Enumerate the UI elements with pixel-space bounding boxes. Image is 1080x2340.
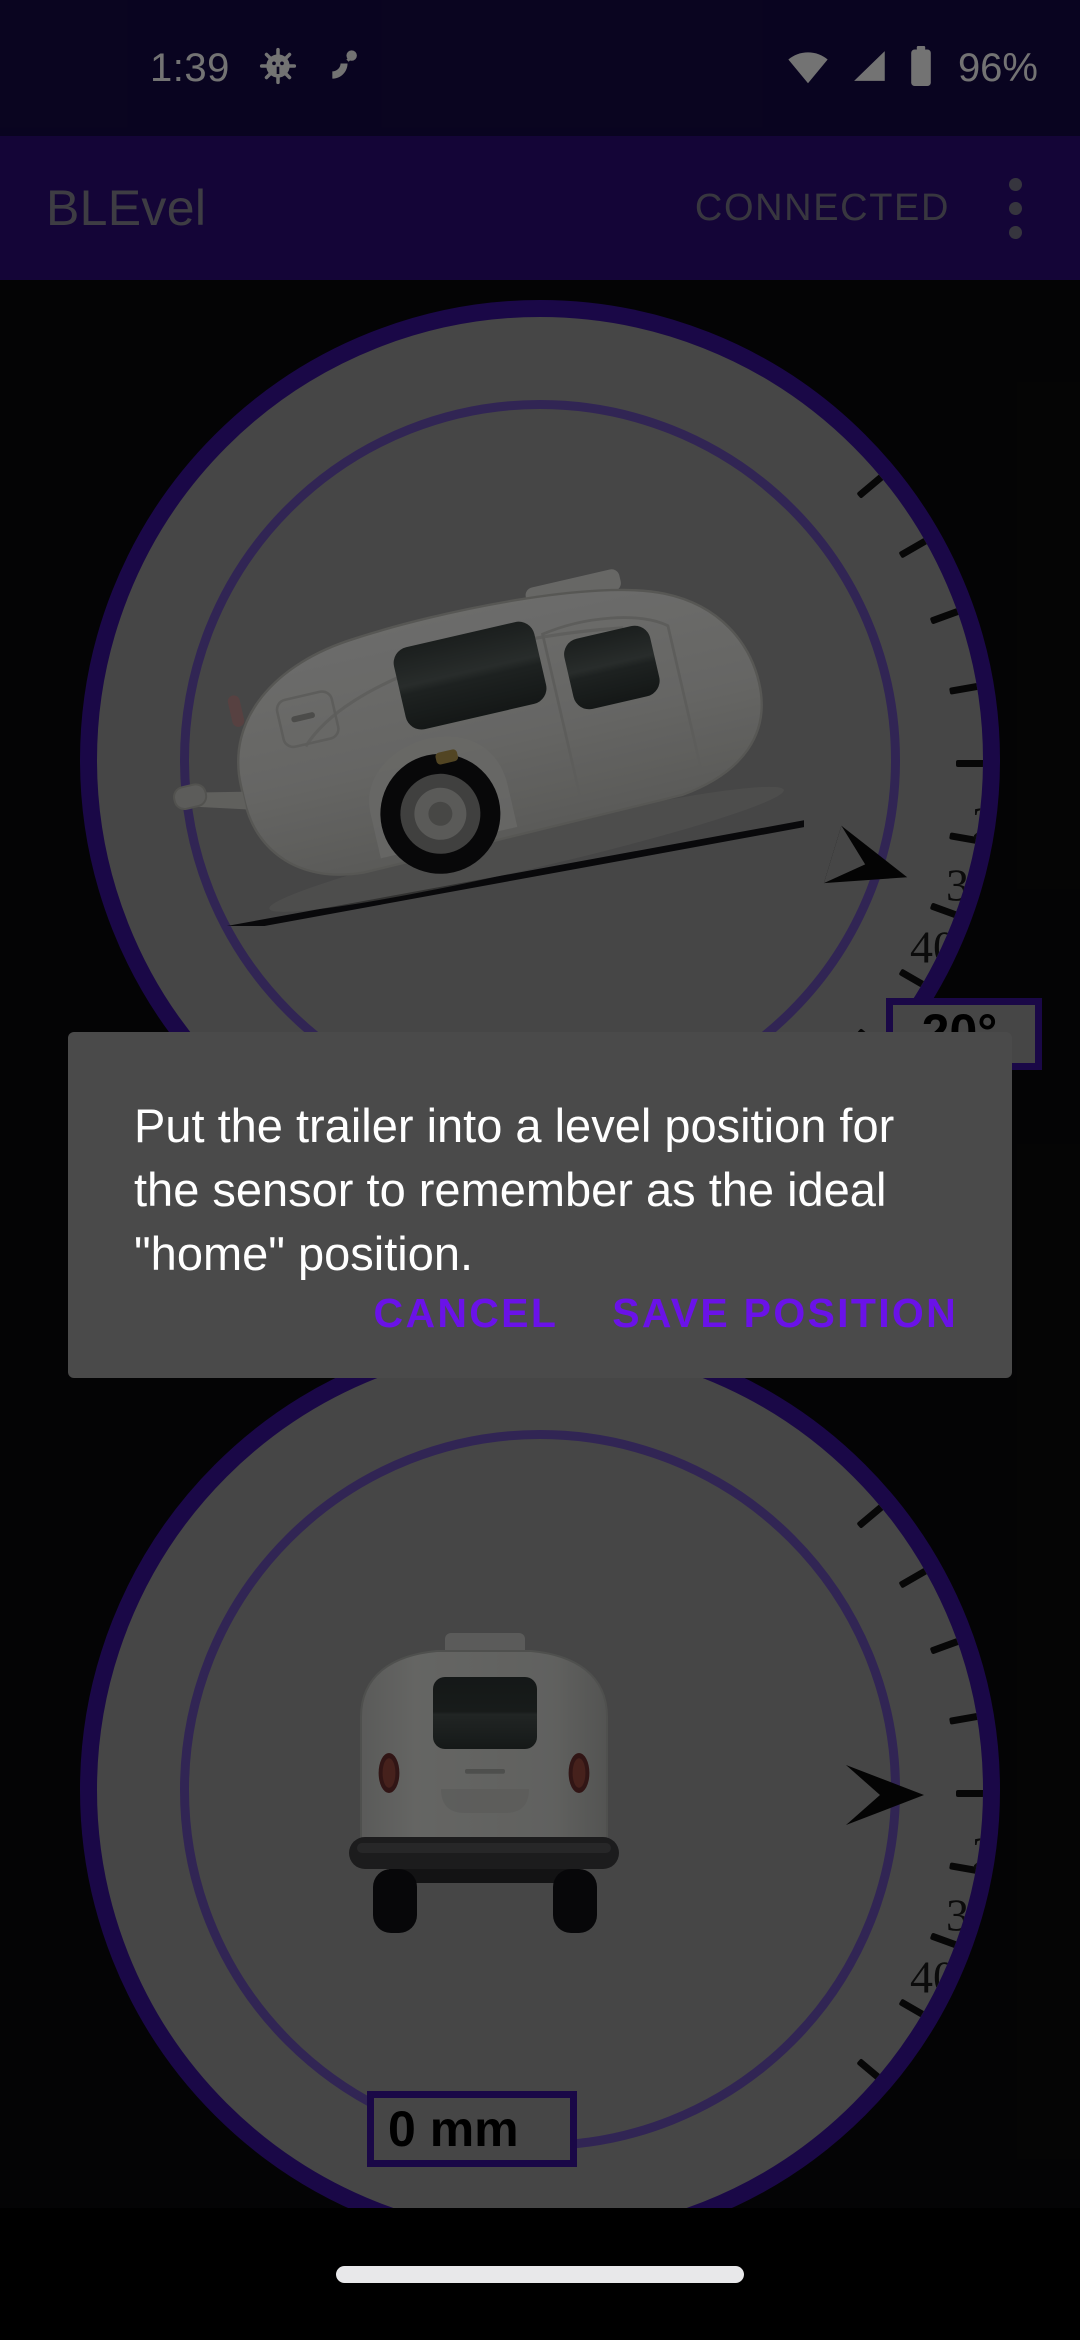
home-position-dialog: Put the trailer into a level position fo… <box>68 1032 1012 1378</box>
phone-screen: 1:39 <box>0 0 1080 2340</box>
system-navigation-bar <box>0 2208 1080 2340</box>
dialog-message: Put the trailer into a level position fo… <box>134 1099 895 1280</box>
dialog-actions: CANCEL SAVE POSITION <box>68 1286 1012 1383</box>
home-gesture-pill[interactable] <box>336 2265 744 2283</box>
cancel-button[interactable]: CANCEL <box>370 1286 563 1341</box>
save-position-button[interactable]: SAVE POSITION <box>608 1286 962 1341</box>
